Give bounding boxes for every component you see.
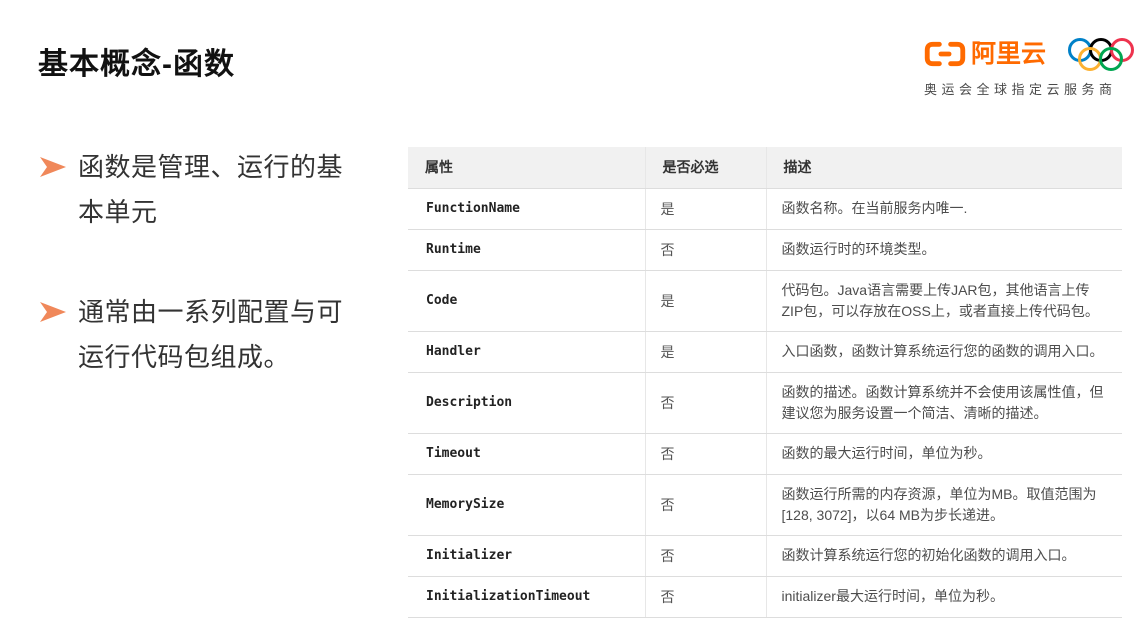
- bullet-item: 通常由一系列配置与可运行代码包组成。: [40, 290, 370, 380]
- brand-row: 阿里云: [924, 38, 1124, 70]
- description-cell: 函数的最大运行时间，单位为秒。: [766, 433, 1122, 474]
- bullet-list: 函数是管理、运行的基本单元 通常由一系列配置与可运行代码包组成。: [40, 145, 370, 435]
- olympic-rings-icon: [1068, 38, 1134, 71]
- arrow-bullet-icon: [40, 302, 66, 322]
- description-cell: 函数名称。在当前服务内唯一.: [766, 188, 1122, 229]
- table-header-row: 属性 是否必选 描述: [408, 147, 1122, 188]
- brand-tagline: 奥运会全球指定云服务商: [924, 79, 1124, 98]
- brand-header: 阿里云 奥运会全球指定云服务商: [924, 38, 1124, 98]
- olympic-ring: [1099, 47, 1123, 71]
- property-name-cell: Timeout: [408, 433, 645, 474]
- table-row: InitializationTimeout 否 initializer最大运行时…: [408, 576, 1122, 617]
- arrow-bullet-icon: [40, 157, 66, 177]
- page-title: 基本概念-函数: [38, 50, 235, 80]
- property-name-cell: Code: [408, 270, 645, 331]
- required-cell: 是: [645, 188, 766, 229]
- table-body: FunctionName 是 函数名称。在当前服务内唯一. Runtime 否 …: [408, 188, 1122, 617]
- column-header: 属性: [408, 147, 645, 188]
- description-cell: 入口函数，函数计算系统运行您的函数的调用入口。: [766, 331, 1122, 372]
- required-cell: 否: [645, 535, 766, 576]
- table-row: Runtime 否 函数运行时的环境类型。: [408, 229, 1122, 270]
- description-cell: 函数运行时的环境类型。: [766, 229, 1122, 270]
- table-row: FunctionName 是 函数名称。在当前服务内唯一.: [408, 188, 1122, 229]
- property-name-cell: FunctionName: [408, 188, 645, 229]
- property-name-cell: Description: [408, 372, 645, 433]
- table-row: MemorySize 否 函数运行所需的内存资源，单位为MB。取值范围为[128…: [408, 474, 1122, 535]
- bullet-item: 函数是管理、运行的基本单元: [40, 145, 370, 235]
- table-row: Timeout 否 函数的最大运行时间，单位为秒。: [408, 433, 1122, 474]
- brand-name: 阿里云: [971, 42, 1046, 67]
- required-cell: 否: [645, 576, 766, 617]
- property-name-cell: Runtime: [408, 229, 645, 270]
- required-cell: 否: [645, 229, 766, 270]
- property-name-cell: MemorySize: [408, 474, 645, 535]
- description-cell: 函数计算系统运行您的初始化函数的调用入口。: [766, 535, 1122, 576]
- property-name-cell: Initializer: [408, 535, 645, 576]
- description-cell: initializer最大运行时间，单位为秒。: [766, 576, 1122, 617]
- properties-table: 属性 是否必选 描述 FunctionName 是 函数名称。在当前服务内唯一.…: [408, 147, 1122, 618]
- alibaba-cloud-logo-icon: [924, 40, 966, 68]
- required-cell: 否: [645, 433, 766, 474]
- bullet-text: 函数是管理、运行的基本单元: [78, 145, 356, 235]
- required-cell: 否: [645, 372, 766, 433]
- table-row: Handler 是 入口函数，函数计算系统运行您的函数的调用入口。: [408, 331, 1122, 372]
- property-name-cell: InitializationTimeout: [408, 576, 645, 617]
- required-cell: 是: [645, 270, 766, 331]
- required-cell: 是: [645, 331, 766, 372]
- bullet-text: 通常由一系列配置与可运行代码包组成。: [78, 290, 356, 380]
- table-row: Initializer 否 函数计算系统运行您的初始化函数的调用入口。: [408, 535, 1122, 576]
- required-cell: 否: [645, 474, 766, 535]
- column-header: 是否必选: [645, 147, 766, 188]
- description-cell: 函数运行所需的内存资源，单位为MB。取值范围为[128, 3072]，以64 M…: [766, 474, 1122, 535]
- column-header: 描述: [766, 147, 1122, 188]
- property-name-cell: Handler: [408, 331, 645, 372]
- description-cell: 函数的描述。函数计算系统并不会使用该属性值，但建议您为服务设置一个简洁、清晰的描…: [766, 372, 1122, 433]
- table-row: Description 否 函数的描述。函数计算系统并不会使用该属性值，但建议您…: [408, 372, 1122, 433]
- description-cell: 代码包。Java语言需要上传JAR包，其他语言上传ZIP包，可以存放在OSS上，…: [766, 270, 1122, 331]
- table-row: Code 是 代码包。Java语言需要上传JAR包，其他语言上传ZIP包，可以存…: [408, 270, 1122, 331]
